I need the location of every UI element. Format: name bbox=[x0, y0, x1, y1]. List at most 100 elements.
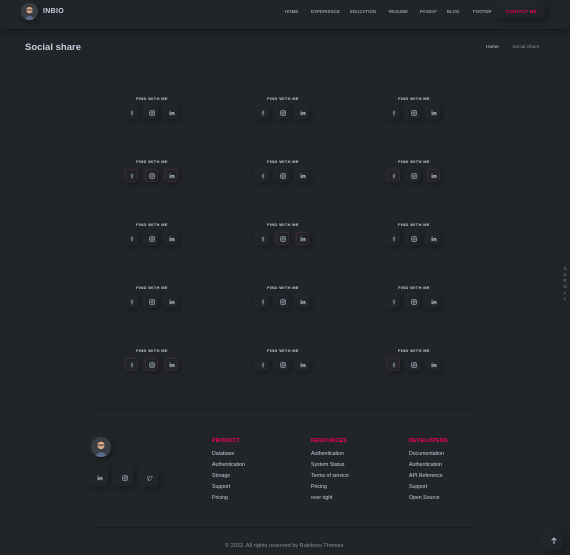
nav-item-pages[interactable]: PAGES bbox=[420, 9, 435, 14]
facebook-icon[interactable] bbox=[125, 295, 138, 308]
linkedin-icon[interactable] bbox=[165, 169, 178, 182]
social-card: FIND WITH ME bbox=[247, 222, 319, 266]
card-social-icons bbox=[116, 169, 178, 183]
linkedin-icon[interactable] bbox=[296, 358, 309, 371]
instagram-icon[interactable] bbox=[276, 232, 289, 245]
facebook-icon[interactable] bbox=[256, 169, 269, 182]
linkedin-icon[interactable] bbox=[296, 106, 309, 119]
footer-link[interactable]: System Status bbox=[311, 462, 344, 468]
linkedin-icon[interactable] bbox=[165, 295, 178, 308]
instagram-icon[interactable] bbox=[145, 232, 158, 245]
footer-link[interactable]: API Reference bbox=[409, 473, 443, 479]
instagram-icon[interactable] bbox=[145, 295, 158, 308]
nav-item-experience[interactable]: EXPERIENCE bbox=[311, 9, 340, 14]
nav-item-footer[interactable]: FOOTER bbox=[473, 9, 492, 14]
chevron-down-icon[interactable] bbox=[434, 9, 438, 14]
linkedin-icon[interactable] bbox=[296, 295, 309, 308]
linkedin-icon[interactable] bbox=[427, 106, 440, 119]
linkedin-icon[interactable] bbox=[427, 232, 440, 245]
nav-item-home[interactable]: HOME bbox=[285, 9, 298, 14]
instagram-icon[interactable] bbox=[407, 106, 420, 119]
footer-link[interactable]: Storage bbox=[212, 473, 230, 479]
facebook-icon[interactable] bbox=[387, 295, 400, 308]
social-card: FIND WITH ME bbox=[247, 96, 319, 140]
instagram-icon[interactable] bbox=[276, 106, 289, 119]
linkedin-icon[interactable] bbox=[427, 295, 440, 308]
contact-me-button[interactable]: CONTACT ME bbox=[498, 4, 545, 18]
nav-item-resume[interactable]: RESUME bbox=[389, 9, 408, 14]
instagram-icon[interactable] bbox=[145, 169, 158, 182]
instagram-icon[interactable] bbox=[276, 169, 289, 182]
card-title: FIND WITH ME bbox=[267, 348, 299, 353]
footer-link[interactable]: Authentication bbox=[409, 462, 442, 468]
linkedin-icon[interactable] bbox=[296, 232, 309, 245]
social-card: FIND WITH ME bbox=[247, 159, 319, 203]
linkedin-icon[interactable] bbox=[165, 106, 178, 119]
instagram-icon[interactable] bbox=[407, 169, 420, 182]
linkedin-icon[interactable] bbox=[165, 232, 178, 245]
back-to-top-button[interactable] bbox=[545, 532, 563, 550]
card-title: FIND WITH ME bbox=[398, 96, 430, 101]
facebook-icon[interactable] bbox=[256, 232, 269, 245]
footer-link[interactable]: Authentication bbox=[311, 451, 344, 457]
social-card: FIND WITH ME bbox=[378, 222, 450, 266]
instagram-icon[interactable] bbox=[145, 106, 158, 119]
card-social-icons bbox=[378, 169, 440, 183]
footer-link[interactable]: over right bbox=[311, 495, 333, 501]
card-social-icons bbox=[247, 169, 309, 183]
footer-link[interactable]: Open Source bbox=[409, 495, 440, 501]
social-card: FIND WITH ME bbox=[378, 96, 450, 140]
footer-link[interactable]: Database bbox=[212, 451, 234, 457]
linkedin-icon[interactable] bbox=[296, 169, 309, 182]
footer-twitter-icon[interactable] bbox=[141, 469, 158, 486]
page-title: Social share bbox=[25, 42, 81, 53]
instagram-icon[interactable] bbox=[407, 232, 420, 245]
social-card: FIND WITH ME bbox=[116, 348, 188, 392]
nav-item-education[interactable]: EDUCATION bbox=[350, 9, 376, 14]
social-card: FIND WITH ME bbox=[247, 348, 319, 392]
facebook-icon[interactable] bbox=[387, 106, 400, 119]
linkedin-icon[interactable] bbox=[427, 358, 440, 371]
facebook-icon[interactable] bbox=[387, 232, 400, 245]
facebook-icon[interactable] bbox=[387, 169, 400, 182]
card-title: FIND WITH ME bbox=[136, 96, 168, 101]
instagram-icon[interactable] bbox=[407, 295, 420, 308]
linkedin-icon[interactable] bbox=[427, 169, 440, 182]
footer-link[interactable]: Terms of service bbox=[311, 473, 349, 479]
breadcrumb-home[interactable]: Home bbox=[486, 45, 499, 50]
facebook-icon[interactable] bbox=[125, 232, 138, 245]
instagram-icon[interactable] bbox=[145, 358, 158, 371]
facebook-icon[interactable] bbox=[256, 358, 269, 371]
linkedin-icon[interactable] bbox=[165, 358, 178, 371]
facebook-icon[interactable] bbox=[256, 106, 269, 119]
facebook-icon[interactable] bbox=[125, 358, 138, 371]
social-card: FIND WITH ME bbox=[378, 348, 450, 392]
footer-link[interactable]: Support bbox=[409, 484, 427, 490]
site-header: INBIO HOME EXPERIENCE EDUCATION RESUME P… bbox=[0, 0, 570, 29]
footer-divider bbox=[95, 409, 475, 410]
facebook-icon[interactable] bbox=[125, 106, 138, 119]
footer-link[interactable]: Pricing bbox=[212, 495, 228, 501]
copyright-link[interactable]: Rainbow-Themes. bbox=[300, 543, 345, 549]
footer-instagram-icon[interactable] bbox=[116, 469, 133, 486]
facebook-icon[interactable] bbox=[125, 169, 138, 182]
facebook-icon[interactable] bbox=[256, 295, 269, 308]
footer-link[interactable]: Pricing bbox=[311, 484, 327, 490]
instagram-icon[interactable] bbox=[276, 295, 289, 308]
facebook-icon[interactable] bbox=[387, 358, 400, 371]
card-social-icons bbox=[247, 106, 309, 120]
footer-link[interactable]: Support bbox=[212, 484, 230, 490]
footer-link[interactable]: Authentication bbox=[212, 462, 245, 468]
breadcrumb-separator: · bbox=[504, 45, 507, 50]
footer-linkedin-icon[interactable] bbox=[91, 469, 108, 486]
card-title: FIND WITH ME bbox=[267, 222, 299, 227]
social-card: FIND WITH ME bbox=[116, 222, 188, 266]
card-title: FIND WITH ME bbox=[398, 348, 430, 353]
card-social-icons bbox=[116, 106, 178, 120]
card-social-icons bbox=[247, 358, 309, 372]
instagram-icon[interactable] bbox=[407, 358, 420, 371]
instagram-icon[interactable] bbox=[276, 358, 289, 371]
scroll-label: SCROLL bbox=[563, 266, 567, 302]
nav-item-blog[interactable]: BLOG bbox=[447, 9, 459, 14]
footer-link[interactable]: Documentation bbox=[409, 451, 444, 457]
